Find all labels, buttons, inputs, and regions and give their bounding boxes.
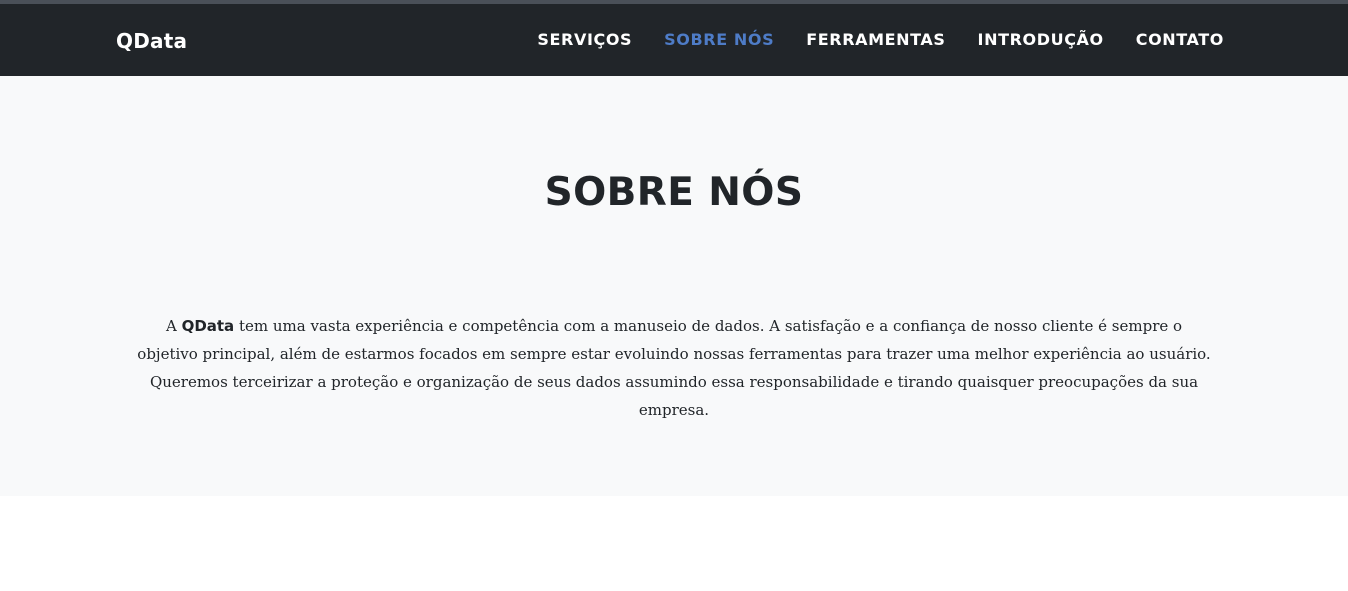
about-section: SOBRE NÓS A QData tem uma vasta experiên… [0, 76, 1348, 496]
about-text-body: tem uma vasta experiência e competência … [137, 317, 1211, 419]
section-title: SOBRE NÓS [544, 170, 804, 215]
about-brand-name: QData [181, 317, 235, 335]
about-text-prefix: A [165, 317, 182, 335]
about-paragraph: A QData tem uma vasta experiência e comp… [134, 312, 1214, 424]
